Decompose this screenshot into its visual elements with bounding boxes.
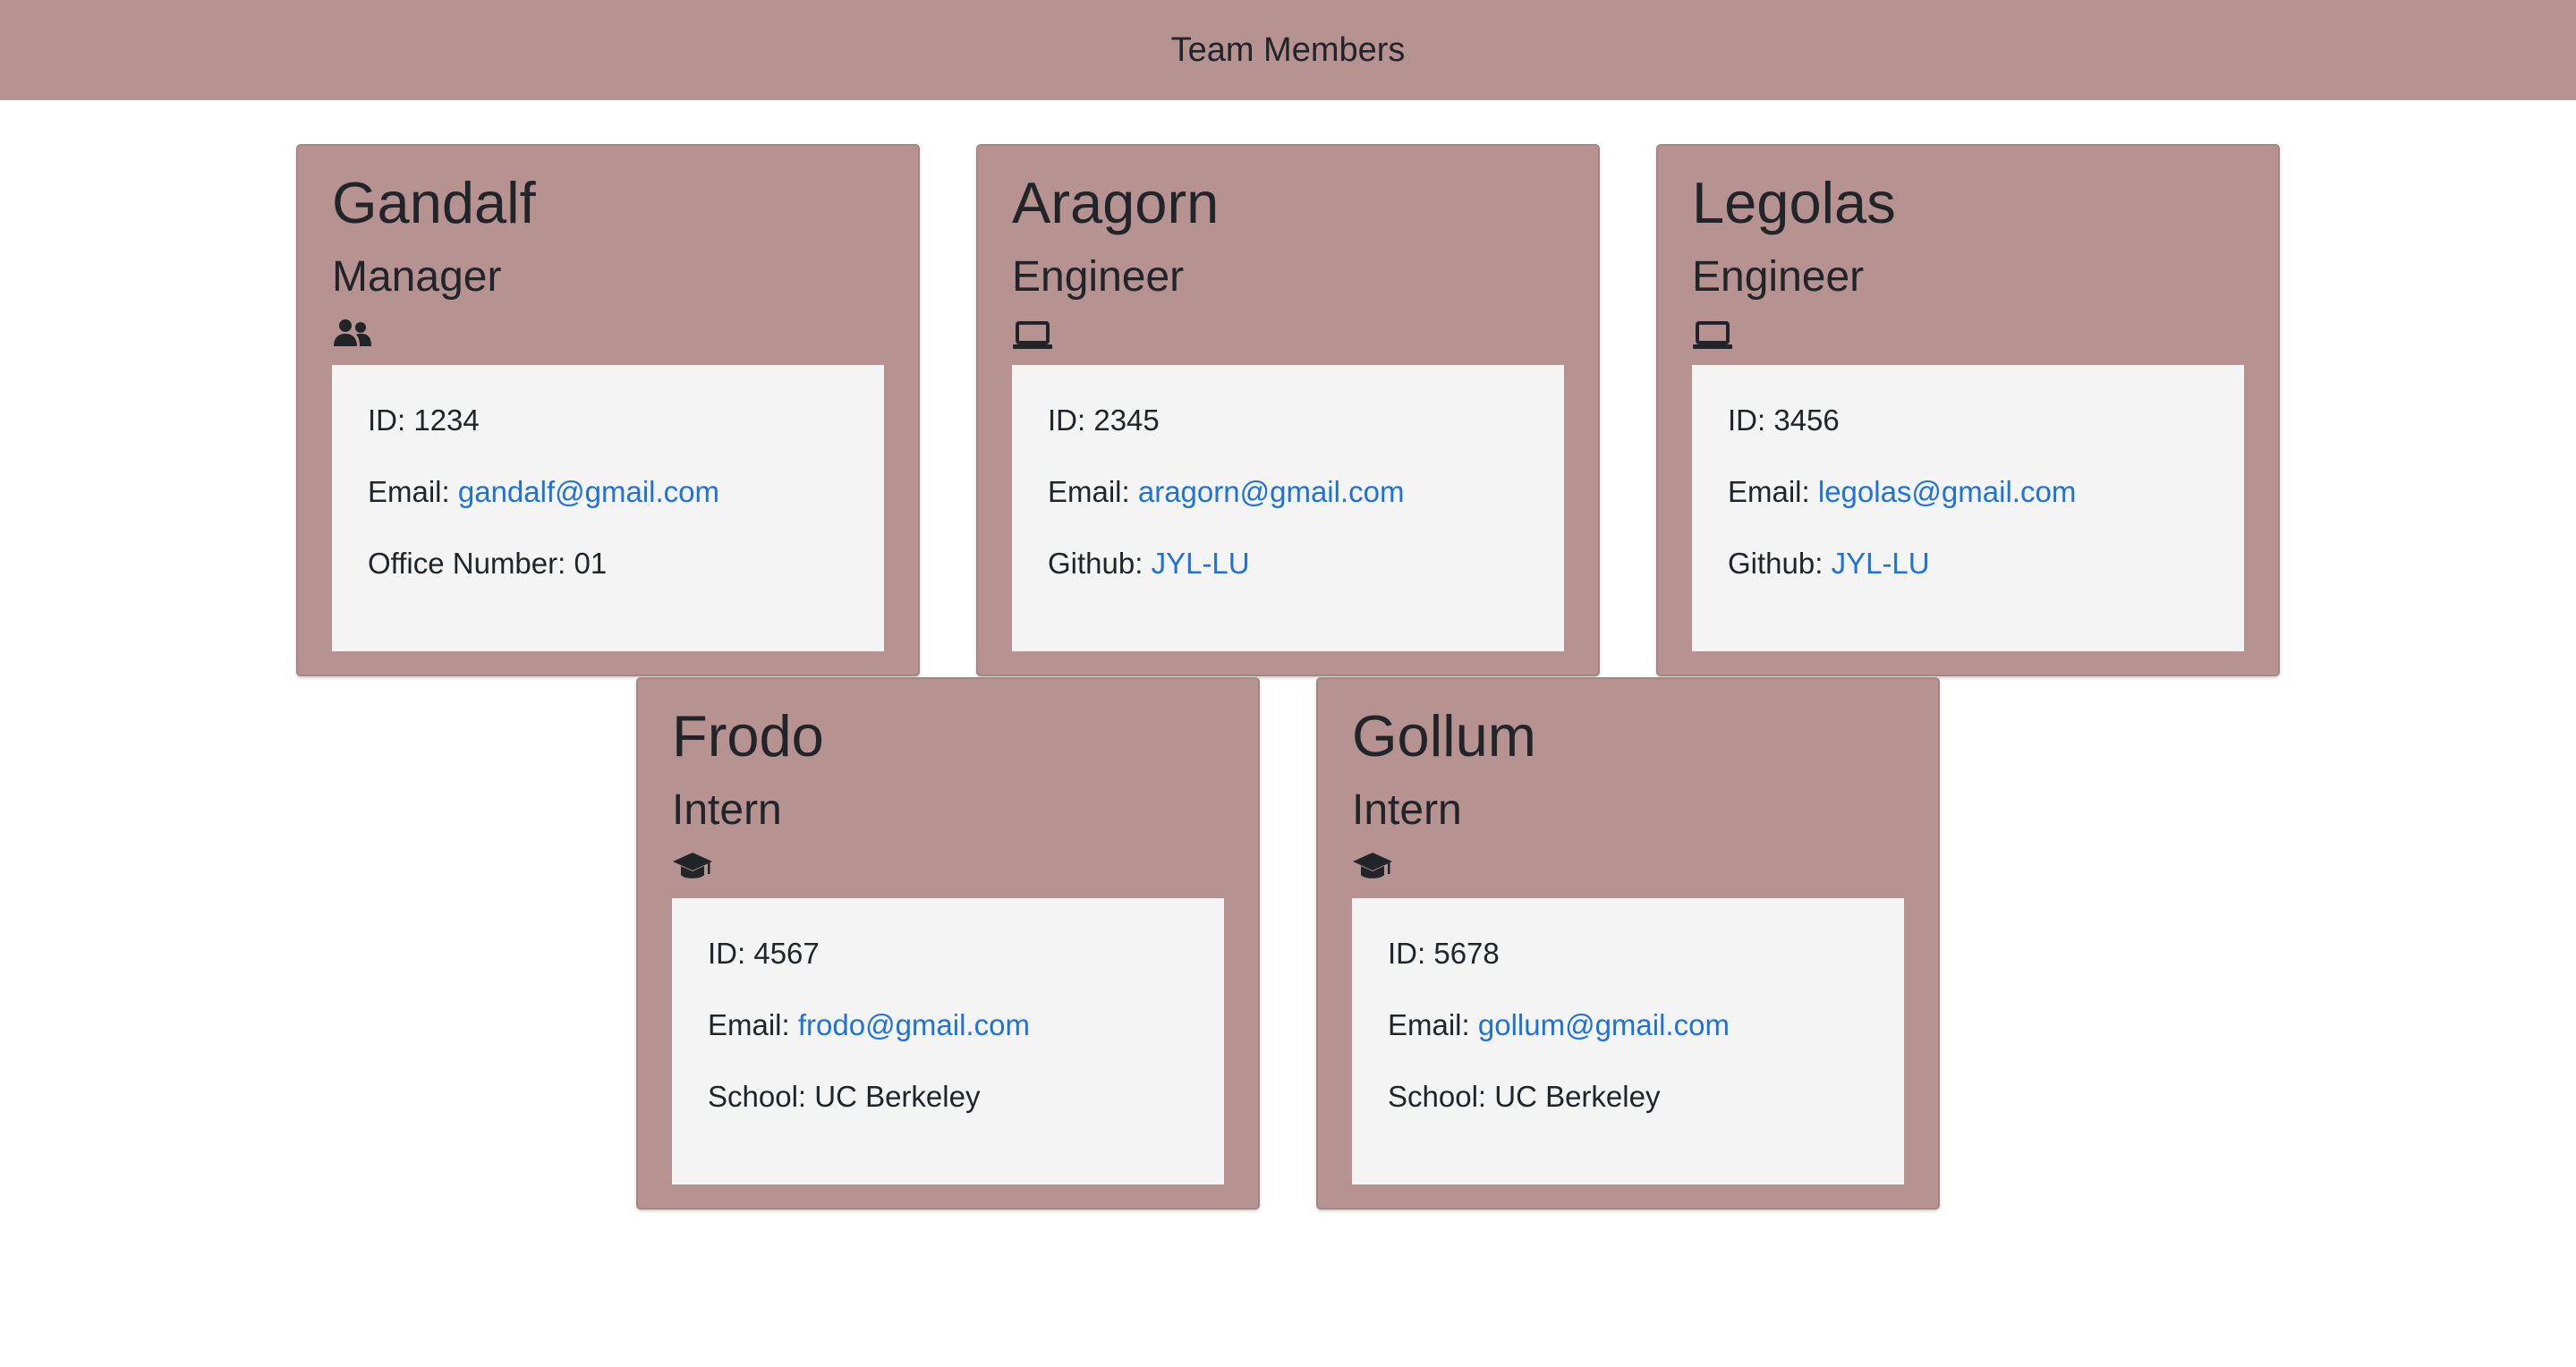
employee-id: ID: 5678: [1388, 937, 1500, 970]
email-link[interactable]: gollum@gmail.com: [1478, 1008, 1730, 1041]
employee-id: ID: 3456: [1728, 403, 1840, 437]
employee-role: Intern: [1352, 786, 1462, 834]
employee-email-line: Email: aragorn@gmail.com: [1048, 476, 1564, 508]
school-line: School: UC Berkeley: [708, 1080, 981, 1113]
graduation-cap-icon: [1353, 853, 1392, 879]
team-row-2: Frodo Intern ID: 4567 Email: frodo@gmail…: [0, 677, 2576, 1254]
employee-card-gandalf: Gandalf Manager ID: 1234 Email: gandalf@…: [296, 144, 920, 676]
employee-email-line: Email: gollum@gmail.com: [1388, 1009, 1904, 1041]
laptop-icon: [1693, 321, 1732, 349]
employee-id: ID: 2345: [1048, 403, 1160, 437]
employee-role: Manager: [332, 253, 502, 301]
employee-email-line: Email: legolas@gmail.com: [1728, 476, 2244, 508]
employee-name: Frodo: [672, 703, 824, 768]
graduation-cap-icon: [673, 853, 712, 879]
employee-role: Engineer: [1692, 253, 1865, 301]
team-row-1: Gandalf Manager ID: 1234 Email: gandalf@…: [0, 100, 2576, 677]
github-link[interactable]: JYL-LU: [1152, 547, 1250, 580]
github-line: Github: JYL-LU: [1728, 548, 2244, 580]
email-label: Email:: [1388, 1008, 1470, 1041]
employee-details: ID: 2345 Email: aragorn@gmail.com Github…: [1012, 365, 1564, 651]
email-label: Email:: [1048, 475, 1130, 508]
employee-id: ID: 1234: [368, 403, 480, 437]
email-label: Email:: [708, 1008, 790, 1041]
employee-name: Legolas: [1692, 170, 1896, 235]
employee-name: Gandalf: [332, 170, 536, 235]
employee-role: Intern: [672, 786, 782, 834]
employee-email-line: Email: gandalf@gmail.com: [368, 476, 884, 508]
page-header: Team Members: [0, 0, 2576, 100]
employee-details: ID: 4567 Email: frodo@gmail.com School: …: [672, 898, 1224, 1184]
employee-details: ID: 5678 Email: gollum@gmail.com School:…: [1352, 898, 1904, 1184]
employee-card-frodo: Frodo Intern ID: 4567 Email: frodo@gmail…: [636, 677, 1260, 1210]
employee-card-gollum: Gollum Intern ID: 5678 Email: gollum@gma…: [1316, 677, 1940, 1210]
email-label: Email:: [368, 475, 450, 508]
github-label: Github:: [1728, 547, 1824, 580]
github-label: Github:: [1048, 547, 1143, 580]
employee-role: Engineer: [1012, 253, 1185, 301]
laptop-icon: [1013, 321, 1052, 349]
email-link[interactable]: aragorn@gmail.com: [1138, 475, 1405, 508]
users-icon: [334, 319, 371, 346]
github-line: Github: JYL-LU: [1048, 548, 1564, 580]
email-link[interactable]: gandalf@gmail.com: [458, 475, 719, 508]
employee-details: ID: 1234 Email: gandalf@gmail.com Office…: [332, 365, 884, 651]
employee-details: ID: 3456 Email: legolas@gmail.com Github…: [1692, 365, 2244, 651]
employee-card-aragorn: Aragorn Engineer ID: 2345 Email: aragorn…: [976, 144, 1600, 676]
employee-name: Gollum: [1352, 703, 1536, 768]
office-number: Office Number: 01: [368, 547, 608, 580]
employee-name: Aragorn: [1012, 170, 1220, 235]
email-link[interactable]: frodo@gmail.com: [798, 1008, 1030, 1041]
school-line: School: UC Berkeley: [1388, 1080, 1661, 1113]
email-link[interactable]: legolas@gmail.com: [1818, 475, 2076, 508]
page-title: Team Members: [1170, 30, 1406, 69]
employee-id: ID: 4567: [708, 937, 820, 970]
github-link[interactable]: JYL-LU: [1832, 547, 1930, 580]
employee-email-line: Email: frodo@gmail.com: [708, 1009, 1224, 1041]
employee-card-legolas: Legolas Engineer ID: 3456 Email: legolas…: [1656, 144, 2280, 676]
email-label: Email:: [1728, 475, 1810, 508]
